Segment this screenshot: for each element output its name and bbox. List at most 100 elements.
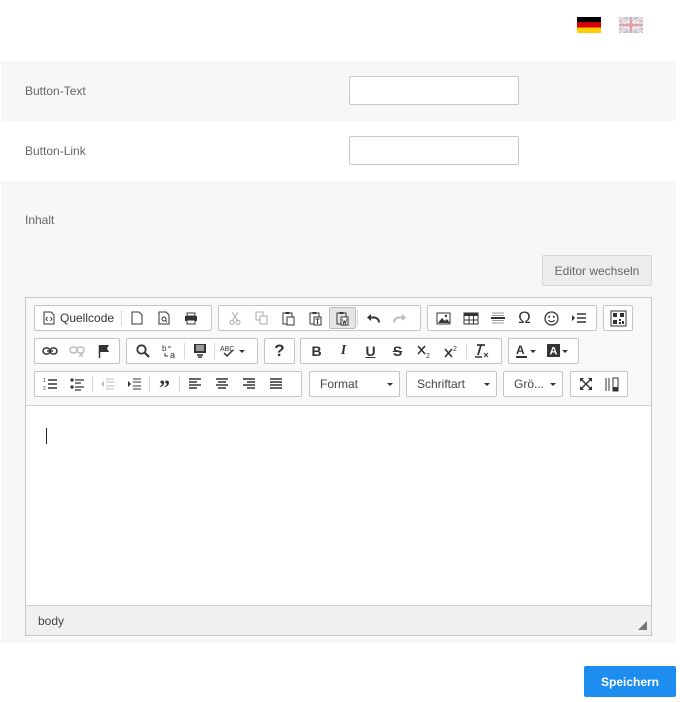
separator <box>466 343 467 359</box>
svg-text:ABC: ABC <box>220 346 234 353</box>
paste-word-icon[interactable] <box>329 307 356 329</box>
print-icon[interactable] <box>177 307 204 329</box>
align-right-icon[interactable] <box>235 373 262 395</box>
separator <box>179 376 180 392</box>
replace-icon[interactable]: ba <box>156 340 183 362</box>
separator <box>121 310 123 326</box>
paste-text-icon[interactable] <box>302 307 329 329</box>
button-text-input[interactable] <box>349 76 519 105</box>
separator <box>214 343 215 359</box>
svg-text:A: A <box>516 344 525 357</box>
text-cursor <box>46 428 47 444</box>
outdent-icon[interactable] <box>94 373 121 395</box>
chevron-down-icon <box>387 382 393 386</box>
toolbar-group-colors: A A <box>508 338 579 364</box>
cut-icon[interactable] <box>221 307 248 329</box>
underline-icon[interactable]: U <box>357 340 384 362</box>
select-all-icon[interactable] <box>186 340 213 362</box>
bold-icon[interactable]: B <box>303 340 330 362</box>
smiley-icon[interactable] <box>538 307 565 329</box>
numbered-list-icon[interactable]: 12 <box>37 373 64 395</box>
align-left-icon[interactable] <box>181 373 208 395</box>
bulleted-list-icon[interactable] <box>64 373 91 395</box>
chevron-down-icon <box>484 382 490 386</box>
superscript-icon[interactable]: 2 <box>438 340 465 362</box>
svg-text:a: a <box>170 350 175 359</box>
font-dropdown-label: Schriftart <box>417 377 466 391</box>
indent-icon[interactable] <box>121 373 148 395</box>
button-link-row: Button-Link <box>1 121 676 181</box>
table-icon[interactable] <box>457 307 484 329</box>
resize-handle-icon[interactable] <box>638 621 647 630</box>
element-path[interactable]: body <box>38 614 64 628</box>
remove-format-icon[interactable] <box>468 340 495 362</box>
source-label: Quellcode <box>60 311 115 325</box>
text-color-icon[interactable]: A <box>511 340 543 362</box>
button-link-label: Button-Link <box>25 144 86 158</box>
font-dropdown[interactable]: Schriftart <box>406 371 497 397</box>
flag-de-icon[interactable] <box>577 17 601 33</box>
svg-text:2: 2 <box>453 346 457 353</box>
svg-text:b: b <box>162 344 167 353</box>
rich-text-editor: Quellcode Ω b a ABC ? B I U S 2 2 A A 1 … <box>25 297 652 636</box>
toolbar-group-help: ? <box>264 338 295 364</box>
paste-icon[interactable] <box>275 307 302 329</box>
preview-icon[interactable] <box>150 307 177 329</box>
svg-text:1: 1 <box>43 378 46 384</box>
content-label: Inhalt <box>25 213 55 227</box>
svg-text:2: 2 <box>426 353 430 358</box>
background-color-icon[interactable]: A <box>543 340 575 362</box>
new-page-icon[interactable] <box>123 307 150 329</box>
spellcheck-icon[interactable]: ABC <box>216 340 250 362</box>
save-button[interactable]: Speichern <box>584 666 676 697</box>
toolbar-group-document: Quellcode <box>34 305 212 331</box>
editor-toolbar: Quellcode Ω b a ABC ? B I U S 2 2 A A 1 … <box>26 298 651 406</box>
help-icon[interactable]: ? <box>267 340 292 362</box>
format-dropdown[interactable]: Format <box>309 371 400 397</box>
button-link-input[interactable] <box>349 136 519 165</box>
source-icon <box>43 311 55 325</box>
toolbar-group-links <box>34 338 120 364</box>
redo-icon[interactable] <box>386 307 413 329</box>
maximize-icon[interactable] <box>573 373 599 395</box>
toolbar-group-insert: Ω <box>427 305 597 331</box>
qrcode-icon[interactable] <box>606 307 630 329</box>
image-icon[interactable] <box>430 307 457 329</box>
separator <box>92 376 93 392</box>
svg-text:2: 2 <box>43 386 46 391</box>
strikethrough-icon[interactable]: S <box>384 340 411 362</box>
button-text-row: Button-Text <box>1 61 676 121</box>
special-char-icon[interactable]: Ω <box>511 307 538 329</box>
link-icon[interactable] <box>37 340 64 362</box>
subscript-icon[interactable]: 2 <box>411 340 438 362</box>
editor-statusbar: body <box>26 606 651 635</box>
align-justify-icon[interactable] <box>262 373 289 395</box>
horizontal-line-icon[interactable] <box>484 307 511 329</box>
anchor-flag-icon[interactable] <box>90 340 117 362</box>
source-button[interactable]: Quellcode <box>37 307 120 329</box>
editor-switch-button[interactable]: Editor wechseln <box>542 255 652 286</box>
separator <box>184 343 185 359</box>
show-blocks-icon[interactable] <box>599 373 625 395</box>
separator <box>149 376 150 392</box>
chevron-down-icon <box>550 382 556 386</box>
italic-icon[interactable]: I <box>330 340 357 362</box>
toolbar-group-qr <box>603 305 633 331</box>
size-dropdown[interactable]: Grö... <box>503 371 563 397</box>
editor-content-area[interactable] <box>26 406 651 606</box>
toolbar-group-find: ba ABC <box>126 338 258 364</box>
toolbar-group-tools <box>570 371 628 397</box>
page: Button-Text Button-Link Inhalt Editor we… <box>0 0 680 702</box>
copy-icon[interactable] <box>248 307 275 329</box>
flag-uk-icon[interactable] <box>618 15 644 35</box>
find-icon[interactable] <box>129 340 156 362</box>
button-text-label: Button-Text <box>25 84 86 98</box>
page-break-icon[interactable] <box>565 307 592 329</box>
toolbar-group-basicstyles: B I U S 2 2 <box>300 338 502 364</box>
unlink-icon[interactable] <box>64 340 91 362</box>
blockquote-icon[interactable]: ” <box>151 373 178 400</box>
align-center-icon[interactable] <box>208 373 235 395</box>
svg-text:A: A <box>550 345 558 357</box>
undo-icon[interactable] <box>359 307 386 329</box>
size-dropdown-label: Grö... <box>514 377 545 391</box>
